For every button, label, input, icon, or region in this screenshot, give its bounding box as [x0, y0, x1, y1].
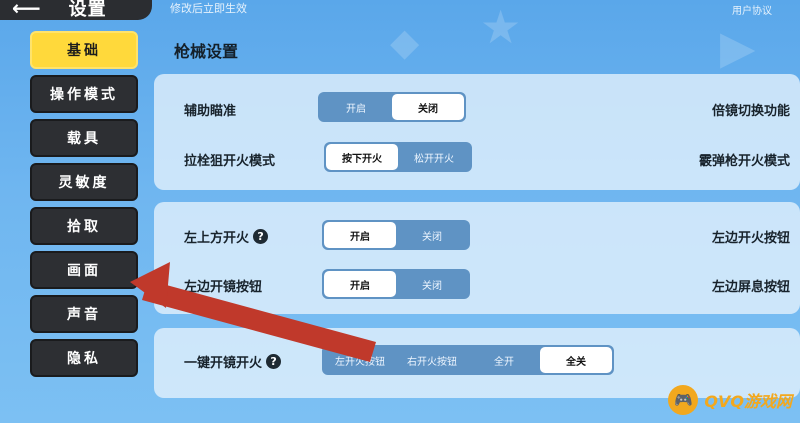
header-bar: ⟵ 设置 修改后立即生效 用户协议 — [0, 0, 800, 24]
sidebar-item-vehicle[interactable]: 载具 — [30, 119, 138, 157]
setting-row-top-left-fire: 左上方开火 ? — [184, 227, 269, 246]
sidebar-item-privacy[interactable]: 隐私 — [30, 339, 138, 377]
option-off[interactable]: 关闭 — [396, 271, 468, 297]
sidebar-item-sound[interactable]: 声音 — [30, 295, 138, 333]
option-all-off[interactable]: 全关 — [540, 347, 612, 373]
aim-assist-toggle: 开启 关闭 — [318, 92, 466, 122]
option-on[interactable]: 开启 — [324, 222, 396, 248]
left-fire-button-label: 左边开火按钮 — [711, 231, 790, 246]
watermark: 🎮 QVQ游戏网 — [668, 385, 792, 415]
back-button[interactable]: ⟵ 设置 — [0, 0, 152, 20]
sidebar-item-control-mode[interactable]: 操作模式 — [30, 75, 138, 113]
top-left-fire-toggle: 开启 关闭 — [322, 220, 470, 250]
sidebar-item-graphics[interactable]: 画面 — [30, 251, 138, 289]
option-off[interactable]: 关闭 — [392, 94, 464, 120]
option-on[interactable]: 开启 — [320, 94, 392, 120]
back-arrow-icon[interactable]: ⟵ — [12, 0, 41, 18]
sidebar-item-basic[interactable]: 基础 — [30, 31, 138, 69]
gamepad-icon: 🎮 — [668, 385, 699, 415]
red-arrow-annotation — [130, 262, 376, 362]
option-off[interactable]: 关闭 — [396, 222, 468, 248]
settings-sidebar: 基础 操作模式 载具 灵敏度 拾取 画面 声音 隐私 — [30, 31, 140, 383]
option-release-fire[interactable]: 松开开火 — [398, 144, 470, 170]
sidebar-item-sensitivity[interactable]: 灵敏度 — [30, 163, 138, 201]
option-press-fire[interactable]: 按下开火 — [326, 144, 398, 170]
setting-label: 左上方开火 — [184, 231, 250, 246]
page-title: 设置 — [68, 0, 107, 20]
bolt-sniper-fire-toggle: 按下开火 松开开火 — [324, 142, 472, 172]
setting-row-aim-assist: 辅助瞄准 — [184, 100, 236, 119]
setting-row-bolt-sniper-fire: 拉栓狙开火模式 — [184, 150, 275, 169]
option-all-on[interactable]: 全开 — [468, 347, 540, 373]
section-title: 枪械设置 — [174, 42, 239, 61]
help-icon[interactable]: ? — [253, 229, 269, 244]
sidebar-item-pickup[interactable]: 拾取 — [30, 207, 138, 245]
settings-hint: 修改后立即生效 — [170, 2, 247, 15]
settings-card-1: 辅助瞄准 开启 关闭 倍镜切换功能 拉栓狙开火模式 按下开火 松开开火 霰弹枪开… — [154, 74, 800, 190]
scope-switch-label: 倍镜切换功能 — [711, 104, 790, 119]
setting-label: 辅助瞄准 — [184, 104, 237, 119]
setting-label: 拉栓狙开火模式 — [184, 154, 276, 169]
left-hold-breath-label: 左边屏息按钮 — [711, 280, 790, 295]
watermark-text: QVQ游戏网 — [704, 392, 792, 411]
option-right-fire-button[interactable]: 右开火按钮 — [396, 347, 468, 373]
user-agreement-link[interactable]: 用户协议 — [732, 2, 772, 17]
shotgun-fire-label: 霰弹枪开火模式 — [698, 154, 790, 169]
